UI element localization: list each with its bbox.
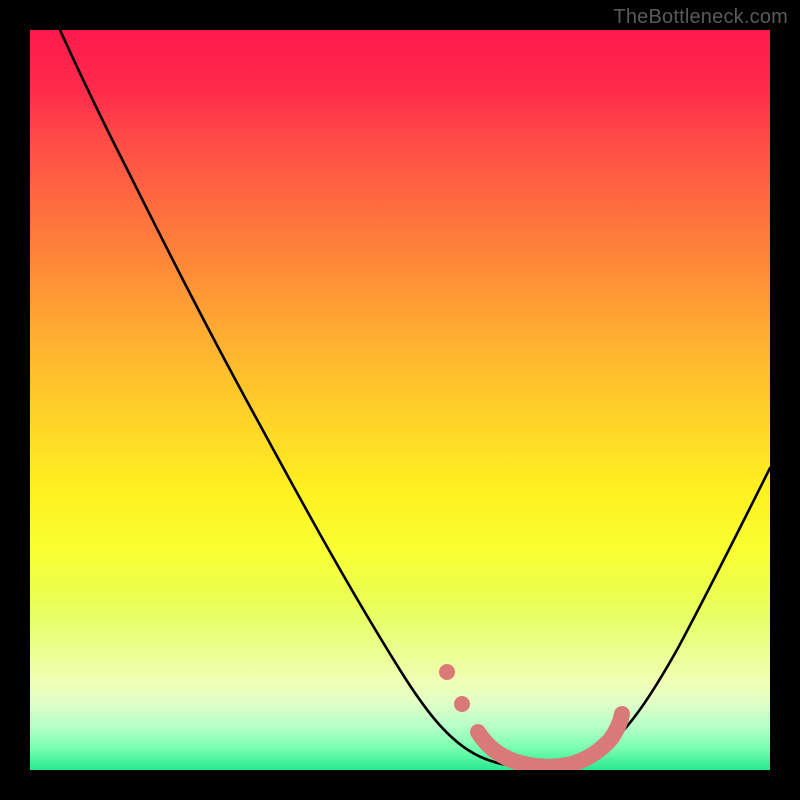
watermark-text: TheBottleneck.com <box>613 6 788 29</box>
optimal-highlight <box>439 664 622 767</box>
bottleneck-curve-svg <box>30 30 770 770</box>
highlight-dot <box>454 696 470 712</box>
bottleneck-curve-path <box>60 30 770 768</box>
highlight-dot <box>439 664 455 680</box>
plot-frame <box>30 30 770 770</box>
highlight-band <box>478 714 622 767</box>
